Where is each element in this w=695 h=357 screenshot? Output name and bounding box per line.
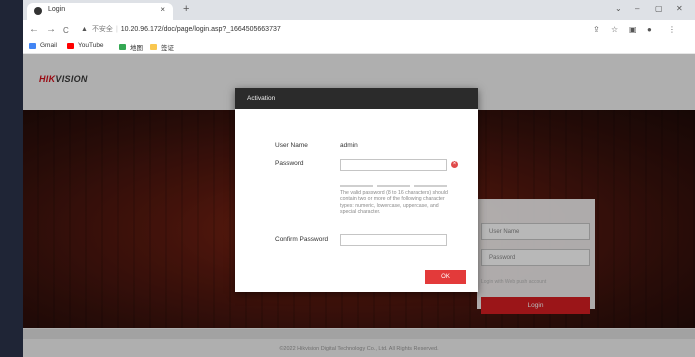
bookmark-folder[interactable]: 签证 xyxy=(150,42,174,52)
gmail-icon xyxy=(29,42,36,49)
reload-button[interactable]: C xyxy=(63,25,69,36)
ok-button[interactable]: OK xyxy=(425,270,466,284)
dialog-title: Activation xyxy=(247,95,276,102)
maximize-button[interactable]: ▢ xyxy=(655,4,663,13)
warning-icon: ▲ xyxy=(81,26,88,33)
browser-window: Login × + ⌄ – ▢ ✕ ← → C ▲ 不安全 | 10.20.96.17… xyxy=(23,0,695,357)
error-icon: × xyxy=(451,161,458,168)
maps-icon xyxy=(119,44,126,50)
strength-bar-strong xyxy=(414,185,447,187)
username-value: admin xyxy=(340,142,358,149)
close-window-button[interactable]: ✕ xyxy=(676,4,683,13)
folder-icon xyxy=(150,44,157,50)
dialog-header: Activation xyxy=(235,88,478,109)
profile-icon[interactable]: ● xyxy=(647,25,652,34)
strength-bar-weak xyxy=(340,185,373,187)
address-bar[interactable]: ▲ 不安全 | 10.20.96.172/doc/page/login.asp?_16… xyxy=(81,24,281,34)
minimize-button[interactable]: – xyxy=(635,4,639,13)
password-hint: The valid password (8 to 16 characters) … xyxy=(340,190,448,216)
new-tab-button[interactable]: + xyxy=(183,3,189,15)
forward-button[interactable]: → xyxy=(46,24,56,35)
password-label: Password xyxy=(275,160,304,167)
bookmark-maps[interactable]: 地图 xyxy=(119,42,143,52)
confirm-password-input[interactable] xyxy=(340,234,447,246)
tab-title: Login xyxy=(48,6,66,13)
bookmark-star-icon[interactable]: ☆ xyxy=(611,25,618,34)
bookmark-gmail[interactable]: Gmail xyxy=(29,42,57,49)
security-label: 不安全 xyxy=(91,26,113,33)
bookmark-youtube[interactable]: YouTube xyxy=(67,42,104,49)
back-button[interactable]: ← xyxy=(29,24,39,35)
favicon-icon xyxy=(34,7,42,15)
tab-search-icon[interactable]: ⌄ xyxy=(615,4,622,13)
tab-strip: Login × + ⌄ – ▢ ✕ xyxy=(23,0,695,20)
browser-tab[interactable]: Login × xyxy=(27,3,173,20)
menu-icon[interactable]: ⋮ xyxy=(668,25,676,34)
youtube-icon xyxy=(67,42,74,49)
tab-close-icon[interactable]: × xyxy=(160,5,165,14)
side-panel-icon[interactable]: ▣ xyxy=(629,25,637,34)
password-input[interactable] xyxy=(340,159,447,171)
browser-toolbar: ← → C ▲ 不安全 | 10.20.96.172/doc/page/login.a… xyxy=(23,20,695,40)
page-content: HIKVISION User Name Password Login with … xyxy=(23,54,695,357)
activation-dialog: Activation User Name admin Password × Th… xyxy=(235,88,478,292)
url-text: 10.20.96.172/doc/page/login.asp?_1664505… xyxy=(120,26,281,33)
username-label: User Name xyxy=(275,142,308,149)
share-icon[interactable]: ⇪ xyxy=(593,25,600,34)
confirm-password-label: Confirm Password xyxy=(275,236,329,243)
strength-bar-medium xyxy=(377,185,410,187)
bookmarks-bar: Gmail YouTube 地图 签证 xyxy=(23,40,695,54)
